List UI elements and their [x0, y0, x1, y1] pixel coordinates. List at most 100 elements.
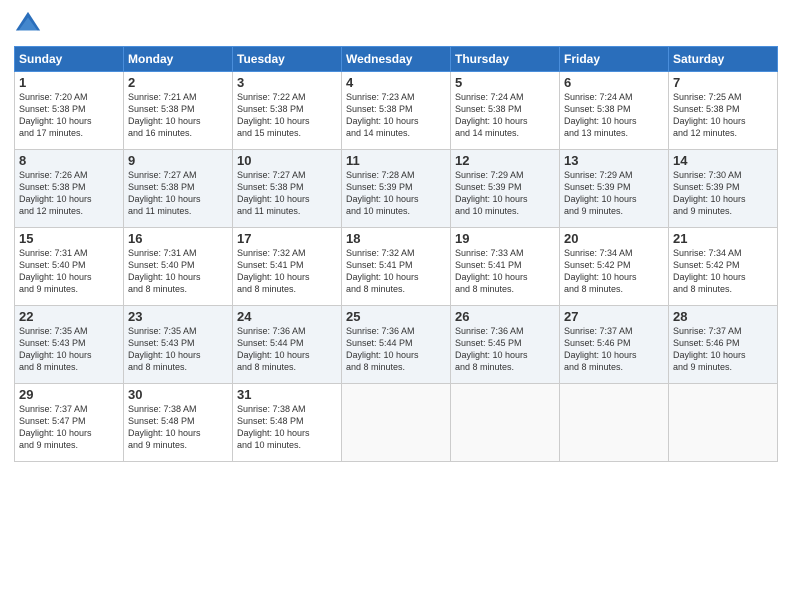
day-info-line: and 9 minutes.: [673, 205, 773, 217]
day-info: Sunrise: 7:30 AMSunset: 5:39 PMDaylight:…: [673, 169, 773, 218]
day-info-line: Sunset: 5:39 PM: [564, 181, 664, 193]
calendar-table: SundayMondayTuesdayWednesdayThursdayFrid…: [14, 46, 778, 462]
day-number: 6: [564, 75, 664, 90]
day-number: 31: [237, 387, 337, 402]
day-info-line: Sunrise: 7:36 AM: [237, 325, 337, 337]
day-info: Sunrise: 7:24 AMSunset: 5:38 PMDaylight:…: [455, 91, 555, 140]
day-info-line: and 9 minutes.: [19, 439, 119, 451]
calendar-cell: 30Sunrise: 7:38 AMSunset: 5:48 PMDayligh…: [124, 384, 233, 462]
day-info: Sunrise: 7:26 AMSunset: 5:38 PMDaylight:…: [19, 169, 119, 218]
day-info-line: and 8 minutes.: [564, 283, 664, 295]
day-number: 23: [128, 309, 228, 324]
day-info-line: Daylight: 10 hours: [346, 271, 446, 283]
day-number: 13: [564, 153, 664, 168]
day-info: Sunrise: 7:34 AMSunset: 5:42 PMDaylight:…: [564, 247, 664, 296]
day-number: 4: [346, 75, 446, 90]
day-info: Sunrise: 7:36 AMSunset: 5:44 PMDaylight:…: [237, 325, 337, 374]
day-info: Sunrise: 7:37 AMSunset: 5:46 PMDaylight:…: [673, 325, 773, 374]
calendar-cell: 13Sunrise: 7:29 AMSunset: 5:39 PMDayligh…: [560, 150, 669, 228]
day-info-line: Sunset: 5:40 PM: [128, 259, 228, 271]
day-number: 11: [346, 153, 446, 168]
calendar-week-1: 1Sunrise: 7:20 AMSunset: 5:38 PMDaylight…: [15, 72, 778, 150]
day-info: Sunrise: 7:37 AMSunset: 5:46 PMDaylight:…: [564, 325, 664, 374]
col-header-monday: Monday: [124, 47, 233, 72]
day-info: Sunrise: 7:29 AMSunset: 5:39 PMDaylight:…: [564, 169, 664, 218]
day-info: Sunrise: 7:21 AMSunset: 5:38 PMDaylight:…: [128, 91, 228, 140]
day-info-line: Daylight: 10 hours: [19, 193, 119, 205]
day-info-line: and 8 minutes.: [128, 283, 228, 295]
day-info-line: Sunrise: 7:36 AM: [455, 325, 555, 337]
day-info-line: Sunrise: 7:35 AM: [128, 325, 228, 337]
day-info-line: Daylight: 10 hours: [237, 349, 337, 361]
day-info-line: Sunset: 5:45 PM: [455, 337, 555, 349]
day-info: Sunrise: 7:38 AMSunset: 5:48 PMDaylight:…: [128, 403, 228, 452]
day-info-line: Sunset: 5:38 PM: [128, 103, 228, 115]
col-header-thursday: Thursday: [451, 47, 560, 72]
day-info-line: Sunrise: 7:29 AM: [564, 169, 664, 181]
day-info-line: Daylight: 10 hours: [673, 271, 773, 283]
day-number: 25: [346, 309, 446, 324]
day-info-line: Sunset: 5:38 PM: [455, 103, 555, 115]
day-info-line: Sunrise: 7:26 AM: [19, 169, 119, 181]
calendar-cell: 25Sunrise: 7:36 AMSunset: 5:44 PMDayligh…: [342, 306, 451, 384]
day-info-line: Daylight: 10 hours: [19, 115, 119, 127]
header: [14, 10, 778, 38]
day-info-line: Daylight: 10 hours: [564, 349, 664, 361]
calendar-cell: 9Sunrise: 7:27 AMSunset: 5:38 PMDaylight…: [124, 150, 233, 228]
day-info-line: and 11 minutes.: [237, 205, 337, 217]
day-number: 29: [19, 387, 119, 402]
day-info-line: Daylight: 10 hours: [455, 349, 555, 361]
day-info-line: Sunrise: 7:30 AM: [673, 169, 773, 181]
day-number: 1: [19, 75, 119, 90]
day-info-line: Sunrise: 7:38 AM: [128, 403, 228, 415]
day-number: 16: [128, 231, 228, 246]
day-info-line: Daylight: 10 hours: [564, 271, 664, 283]
day-number: 15: [19, 231, 119, 246]
calendar-cell: 26Sunrise: 7:36 AMSunset: 5:45 PMDayligh…: [451, 306, 560, 384]
day-info-line: and 13 minutes.: [564, 127, 664, 139]
day-number: 22: [19, 309, 119, 324]
calendar-week-3: 15Sunrise: 7:31 AMSunset: 5:40 PMDayligh…: [15, 228, 778, 306]
day-info: Sunrise: 7:37 AMSunset: 5:47 PMDaylight:…: [19, 403, 119, 452]
day-info-line: and 10 minutes.: [237, 439, 337, 451]
day-info-line: Sunset: 5:43 PM: [128, 337, 228, 349]
day-info-line: Sunset: 5:43 PM: [19, 337, 119, 349]
day-info: Sunrise: 7:23 AMSunset: 5:38 PMDaylight:…: [346, 91, 446, 140]
day-info-line: and 8 minutes.: [237, 361, 337, 373]
day-info: Sunrise: 7:27 AMSunset: 5:38 PMDaylight:…: [128, 169, 228, 218]
day-info: Sunrise: 7:25 AMSunset: 5:38 PMDaylight:…: [673, 91, 773, 140]
calendar-cell: 15Sunrise: 7:31 AMSunset: 5:40 PMDayligh…: [15, 228, 124, 306]
day-info-line: Sunrise: 7:22 AM: [237, 91, 337, 103]
day-info: Sunrise: 7:31 AMSunset: 5:40 PMDaylight:…: [19, 247, 119, 296]
col-header-saturday: Saturday: [669, 47, 778, 72]
day-info: Sunrise: 7:28 AMSunset: 5:39 PMDaylight:…: [346, 169, 446, 218]
calendar-week-2: 8Sunrise: 7:26 AMSunset: 5:38 PMDaylight…: [15, 150, 778, 228]
calendar-cell: 2Sunrise: 7:21 AMSunset: 5:38 PMDaylight…: [124, 72, 233, 150]
day-info-line: Sunset: 5:42 PM: [564, 259, 664, 271]
calendar-cell: 29Sunrise: 7:37 AMSunset: 5:47 PMDayligh…: [15, 384, 124, 462]
day-info-line: Daylight: 10 hours: [673, 115, 773, 127]
col-header-tuesday: Tuesday: [233, 47, 342, 72]
day-info-line: Daylight: 10 hours: [128, 349, 228, 361]
day-info-line: Daylight: 10 hours: [455, 271, 555, 283]
day-info-line: Sunset: 5:39 PM: [346, 181, 446, 193]
day-info-line: Sunrise: 7:38 AM: [237, 403, 337, 415]
day-info-line: Sunset: 5:38 PM: [673, 103, 773, 115]
day-info-line: Sunrise: 7:31 AM: [19, 247, 119, 259]
day-info-line: Sunset: 5:38 PM: [19, 181, 119, 193]
day-info-line: Sunset: 5:38 PM: [237, 103, 337, 115]
day-number: 18: [346, 231, 446, 246]
day-info-line: and 8 minutes.: [346, 361, 446, 373]
calendar-cell: 6Sunrise: 7:24 AMSunset: 5:38 PMDaylight…: [560, 72, 669, 150]
calendar-cell: 16Sunrise: 7:31 AMSunset: 5:40 PMDayligh…: [124, 228, 233, 306]
day-info-line: and 10 minutes.: [455, 205, 555, 217]
day-info-line: Sunrise: 7:34 AM: [564, 247, 664, 259]
calendar-cell: [342, 384, 451, 462]
day-info-line: Sunrise: 7:37 AM: [19, 403, 119, 415]
day-number: 24: [237, 309, 337, 324]
day-info: Sunrise: 7:32 AMSunset: 5:41 PMDaylight:…: [237, 247, 337, 296]
day-info-line: Daylight: 10 hours: [346, 193, 446, 205]
day-info-line: Daylight: 10 hours: [19, 271, 119, 283]
day-info-line: and 9 minutes.: [673, 361, 773, 373]
calendar-cell: 3Sunrise: 7:22 AMSunset: 5:38 PMDaylight…: [233, 72, 342, 150]
